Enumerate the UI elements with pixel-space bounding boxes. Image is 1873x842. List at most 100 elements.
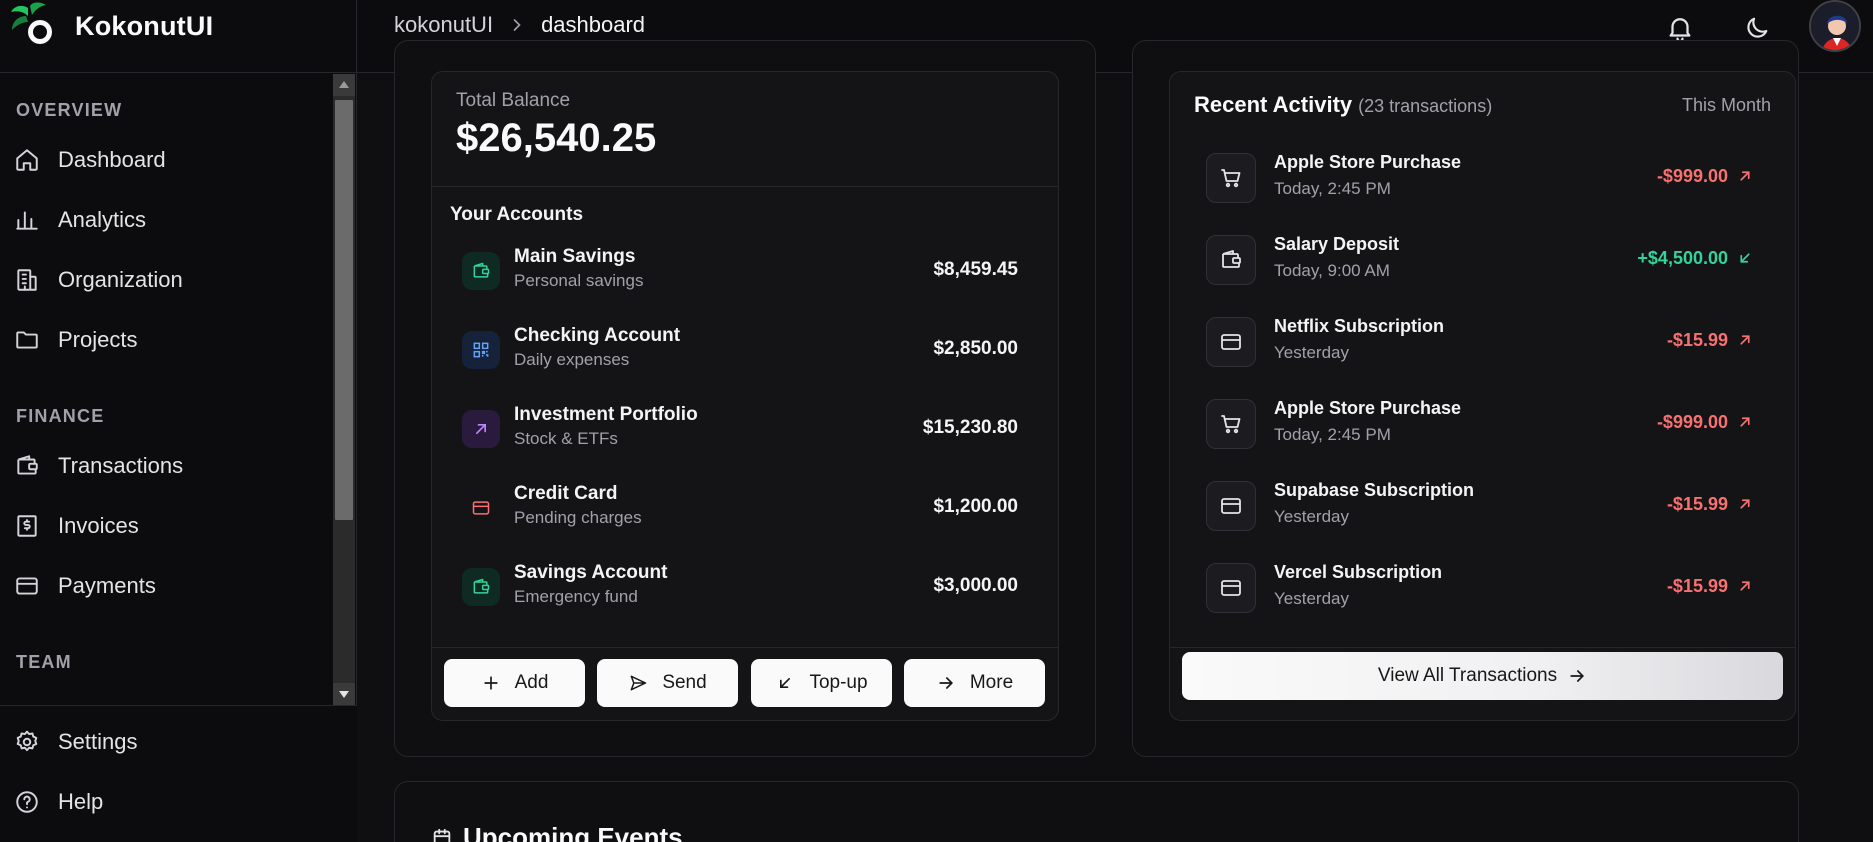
kokonut-logo-icon [11,2,52,44]
sidebar-item-projects[interactable]: Projects [14,318,324,362]
transaction-amount: -$999.00 [1656,166,1728,186]
add-button[interactable]: Add [444,659,585,707]
breadcrumb-current: dashboard [541,12,646,37]
wallet-icon [462,252,500,290]
scroll-down-button[interactable] [333,683,355,705]
gear-icon [16,730,38,752]
transaction-row[interactable]: Salary Deposit Today, 9:00 AM +$4,500.00 [1206,228,1766,288]
arrow-right-icon [939,677,953,689]
sidebar-item-label: Help [58,789,104,814]
breadcrumb: kokonutUI dashboard [394,12,645,38]
home-icon [16,149,38,171]
divider [432,186,1058,187]
transaction-row[interactable]: Netflix Subscription Yesterday -$15.99 [1206,310,1766,370]
sidebar-item-label: Invoices [58,513,139,538]
sidebar-item-help[interactable]: Help [14,780,324,824]
transaction-name: Apple Store Purchase [1274,152,1462,172]
sidebar-item-dashboard[interactable]: Dashboard [14,138,324,182]
account-name: Credit Card [514,483,618,504]
sidebar-item-label: Settings [58,729,138,754]
transaction-amount: -$15.99 [1666,576,1728,596]
recent-activity-title: Recent Activity (23 transactions) [1194,92,1492,118]
send-button-label: Send [662,672,707,693]
qr-code-icon [462,331,500,369]
send-button[interactable]: Send [597,659,738,707]
account-amount: $15,230.80 [922,417,1018,438]
help-circle-icon [16,791,38,813]
transaction-row[interactable]: Vercel Subscription Yesterday -$15.99 [1206,556,1766,616]
view-all-transactions-button[interactable]: View All Transactions [1182,652,1783,700]
avatar[interactable] [1809,0,1861,52]
folder-icon [16,331,38,349]
account-row[interactable]: Checking Account Daily expenses $2,850.0… [458,319,1048,379]
wallet-icon [17,455,38,475]
transaction-name: Apple Store Purchase [1274,398,1462,418]
credit-card-icon [1206,563,1256,613]
plus-icon [483,676,498,690]
transaction-time: Today, 2:45 PM [1274,425,1391,444]
divider [1170,647,1795,648]
more-button[interactable]: More [904,659,1045,707]
period-selector[interactable]: This Month [1682,95,1771,116]
arrow-up-right-icon [1740,581,1750,591]
more-button-label: More [969,672,1014,693]
accounts-title: Your Accounts [450,204,584,225]
top-up-button[interactable]: Top-up [751,659,892,707]
account-row[interactable]: Credit Card Pending charges $1,200.00 [458,477,1048,537]
arrow-up-right-icon [1740,499,1750,509]
balance-panel: Total Balance $26,540.25 Your Accounts M… [394,40,1096,757]
sidebar-item-organization[interactable]: Organization [14,258,324,302]
sidebar-item-label: Transactions [58,453,184,478]
sidebar-footer: Settings Help [0,705,357,842]
scroll-up-button[interactable] [333,74,355,96]
sidebar-item-label: Organization [58,267,183,292]
transaction-name: Vercel Subscription [1274,562,1443,582]
transaction-time: Today, 9:00 AM [1274,261,1390,280]
transaction-row[interactable]: Supabase Subscription Yesterday -$15.99 [1206,474,1766,534]
sidebar-item-label: Analytics [58,207,147,232]
upcoming-events-panel: Upcoming Events [394,781,1799,842]
account-amount: $1,200.00 [933,496,1018,517]
calendar-icon [433,828,451,842]
account-row[interactable]: Investment Portfolio Stock & ETFs $15,23… [458,398,1048,458]
receipt-icon [17,515,37,537]
account-row[interactable]: Main Savings Personal savings $8,459.45 [458,240,1048,300]
transaction-amount: -$15.99 [1666,494,1728,514]
section-label-team: TEAM [16,652,72,672]
account-row[interactable]: Savings Account Emergency fund $3,000.00 [458,556,1048,616]
wallet-icon [462,568,500,606]
account-name: Main Savings [514,246,636,267]
transaction-amount: -$999.00 [1656,412,1728,432]
transaction-row[interactable]: Apple Store Purchase Today, 2:45 PM -$99… [1206,392,1766,452]
recent-activity-card: Recent Activity (23 transactions) This Mo… [1169,71,1796,721]
transaction-amount: -$15.99 [1666,330,1728,350]
view-all-label: View All Transactions [1377,665,1558,686]
sidebar: KokonutUI OVERVIEW Dashboard Analytics O… [0,0,357,842]
arrow-right-icon [1570,670,1585,682]
sidebar-item-invoices[interactable]: Invoices [14,504,324,548]
sidebar-scrollbar[interactable] [333,74,355,705]
transaction-count: (23 transactions) [1358,96,1493,116]
breadcrumb-root[interactable]: kokonutUI [394,12,493,38]
scroll-thumb[interactable] [335,100,353,520]
recent-activity-heading: Recent Activity [1194,92,1353,117]
sidebar-item-payments[interactable]: Payments [14,564,324,608]
total-balance-label: Total Balance [456,90,571,111]
transaction-row[interactable]: Apple Store Purchase Today, 2:45 PM -$99… [1206,146,1766,206]
account-name: Savings Account [514,562,668,583]
brand-name: KokonutUI [75,11,214,41]
sidebar-item-settings[interactable]: Settings [14,720,324,764]
chevron-right-icon [513,19,521,31]
arrow-up-right-icon [462,410,500,448]
shopping-cart-icon [1206,153,1256,203]
sidebar-item-transactions[interactable]: Transactions [14,444,324,488]
top-up-button-label: Top-up [809,672,868,693]
transaction-name: Netflix Subscription [1274,316,1445,336]
sidebar-item-analytics[interactable]: Analytics [14,198,324,242]
credit-card-icon [1206,317,1256,367]
account-subtitle: Daily expenses [514,350,630,369]
wallet-icon [1206,235,1256,285]
bar-chart-icon [16,211,38,230]
activity-panel: Recent Activity (23 transactions) This Mo… [1132,40,1799,757]
account-subtitle: Emergency fund [514,587,638,606]
